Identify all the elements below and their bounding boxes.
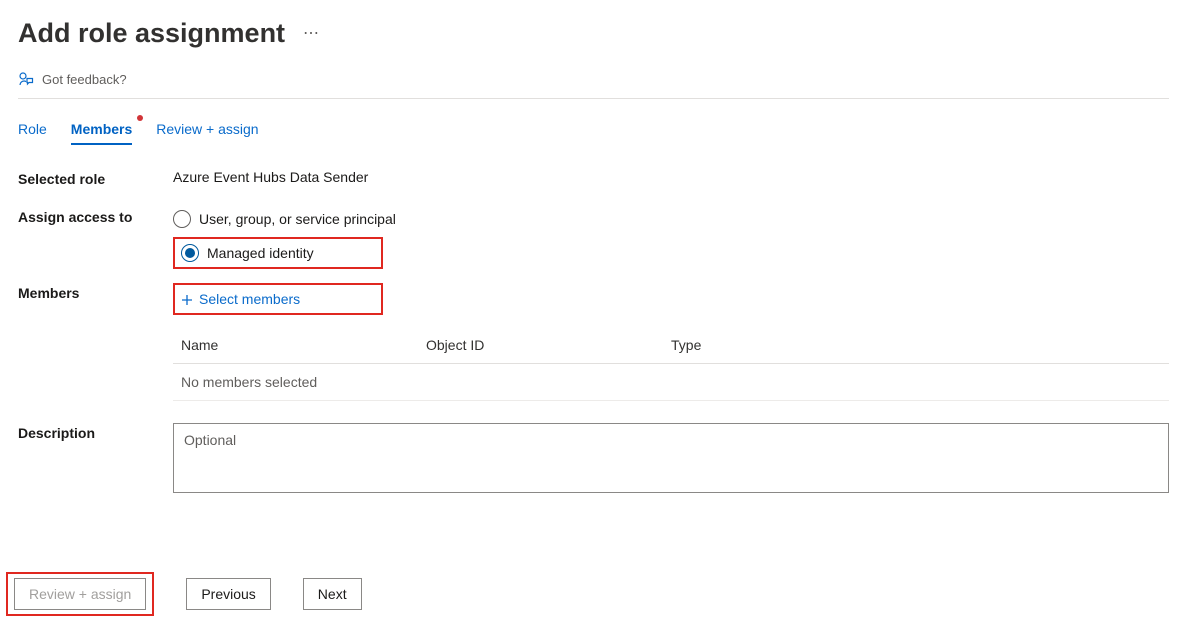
next-button[interactable]: Next	[303, 578, 362, 610]
col-object-id: Object ID	[426, 337, 671, 353]
description-input[interactable]	[173, 423, 1169, 493]
highlight-managed-identity: Managed identity	[173, 237, 383, 269]
members-empty-row: No members selected	[173, 364, 1169, 401]
tabs: Role Members Review + assign	[18, 113, 1169, 145]
highlight-review-assign: Review + assign	[6, 572, 154, 616]
radio-managed-identity[interactable]: Managed identity	[175, 241, 381, 265]
radio-user-group-sp-label: User, group, or service principal	[199, 211, 396, 227]
footer-actions: Review + assign Previous Next	[6, 572, 362, 616]
col-type: Type	[671, 337, 1161, 353]
tab-members-label: Members	[71, 121, 132, 137]
assign-access-label: Assign access to	[18, 207, 173, 225]
more-icon[interactable]: ⋯	[303, 26, 319, 42]
select-members-button[interactable]: Select members	[175, 287, 381, 311]
selected-role-label: Selected role	[18, 169, 173, 187]
members-label: Members	[18, 283, 173, 301]
feedback-icon	[18, 71, 34, 87]
tab-members[interactable]: Members	[71, 113, 132, 145]
col-name: Name	[181, 337, 426, 353]
radio-icon	[173, 210, 191, 228]
page-title: Add role assignment	[18, 18, 285, 49]
radio-icon	[181, 244, 199, 262]
highlight-select-members: Select members	[173, 283, 383, 315]
tab-role[interactable]: Role	[18, 113, 47, 145]
tab-review-assign-label: Review + assign	[156, 121, 258, 137]
description-label: Description	[18, 423, 173, 441]
tab-review-assign[interactable]: Review + assign	[156, 113, 258, 145]
members-table: Name Object ID Type No members selected	[173, 337, 1169, 401]
radio-managed-identity-label: Managed identity	[207, 245, 314, 261]
previous-button[interactable]: Previous	[186, 578, 270, 610]
plus-icon	[181, 293, 193, 305]
selected-role-value: Azure Event Hubs Data Sender	[173, 169, 1169, 185]
tab-indicator-icon	[137, 115, 143, 121]
feedback-bar[interactable]: Got feedback?	[18, 71, 1169, 99]
select-members-label: Select members	[199, 291, 300, 307]
radio-user-group-sp[interactable]: User, group, or service principal	[173, 207, 1169, 231]
tab-role-label: Role	[18, 121, 47, 137]
feedback-label: Got feedback?	[42, 72, 127, 87]
review-assign-button[interactable]: Review + assign	[14, 578, 146, 610]
